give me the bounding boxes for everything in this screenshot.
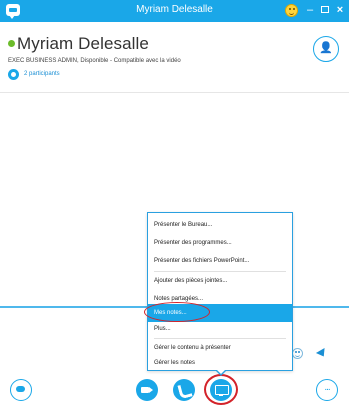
contact-status: EXEC BUSINESS ADMIN, Disponible - Compat… [8, 58, 181, 64]
maximize-button[interactable] [319, 3, 331, 17]
smiley-icon[interactable] [292, 348, 303, 359]
skype-conversation-window: Myriam Delesalle – × Myriam Delesalle EX… [0, 0, 349, 407]
menu-item-attach-files[interactable]: Ajouter des pièces jointes... [148, 272, 292, 290]
menu-item-present-programs[interactable]: Présenter des programmes... [148, 234, 292, 252]
close-button[interactable]: × [334, 3, 346, 17]
minimize-button[interactable]: – [304, 3, 316, 17]
send-arrow-icon[interactable] [315, 347, 329, 360]
more-options-button[interactable]: ... [316, 379, 338, 401]
video-camera-icon[interactable] [136, 379, 158, 401]
menu-item-present-powerpoint[interactable]: Présenter des fichiers PowerPoint... [148, 252, 292, 270]
maximize-icon [321, 6, 329, 13]
share-button-highlight-circle [204, 374, 238, 405]
menu-item-more[interactable]: Plus... [148, 320, 292, 338]
title-bar[interactable]: Myriam Delesalle – × [0, 0, 349, 22]
add-person-icon: 👤 [319, 42, 333, 54]
participants-icon[interactable] [8, 69, 19, 80]
contact-name[interactable]: Myriam Delesalle [17, 34, 149, 54]
presence-available-icon [8, 40, 15, 47]
share-menu: Présenter le Bureau... Présenter des pro… [147, 212, 293, 371]
chat-bubble-icon[interactable] [10, 379, 32, 401]
bottom-toolbar: ... [0, 374, 349, 407]
phone-icon[interactable] [173, 379, 195, 401]
menu-pointer [215, 369, 227, 376]
menu-item-present-desktop[interactable]: Présenter le Bureau... [148, 216, 292, 234]
conversation-header: Myriam Delesalle EXEC BUSINESS ADMIN, Di… [0, 22, 349, 92]
participants-link[interactable]: 2 participants [24, 71, 60, 77]
add-person-button[interactable]: 👤 [313, 36, 339, 62]
my-notes-highlight-circle [144, 302, 210, 322]
smiley-icon[interactable] [285, 4, 298, 17]
